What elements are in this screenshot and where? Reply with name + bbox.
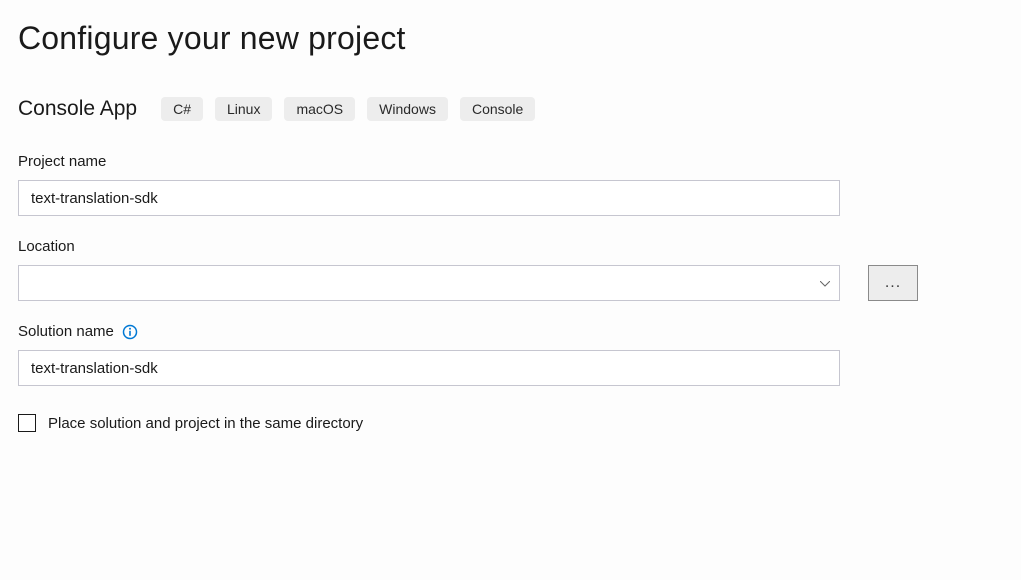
info-icon[interactable]: [122, 324, 138, 340]
tag-windows: Windows: [367, 97, 448, 121]
solution-name-input[interactable]: [18, 350, 840, 386]
same-directory-checkbox[interactable]: [18, 414, 36, 432]
location-label: Location: [18, 238, 1003, 255]
tag-linux: Linux: [215, 97, 272, 121]
solution-name-group: Solution name: [18, 323, 1003, 386]
solution-name-label: Solution name: [18, 323, 114, 340]
tag-csharp: C#: [161, 97, 203, 121]
browse-button[interactable]: ...: [868, 265, 918, 301]
project-name-group: Project name: [18, 153, 1003, 216]
location-combo[interactable]: [18, 265, 840, 301]
tag-console: Console: [460, 97, 535, 121]
tag-macos: macOS: [284, 97, 355, 121]
same-directory-row: Place solution and project in the same d…: [18, 414, 1003, 432]
location-group: Location ...: [18, 238, 1003, 301]
template-row: Console App C# Linux macOS Windows Conso…: [18, 97, 1003, 121]
location-input[interactable]: [18, 265, 840, 301]
page-title: Configure your new project: [18, 20, 1003, 57]
project-name-input[interactable]: [18, 180, 840, 216]
project-name-label: Project name: [18, 153, 1003, 170]
same-directory-label: Place solution and project in the same d…: [48, 415, 363, 432]
template-name: Console App: [18, 97, 137, 121]
